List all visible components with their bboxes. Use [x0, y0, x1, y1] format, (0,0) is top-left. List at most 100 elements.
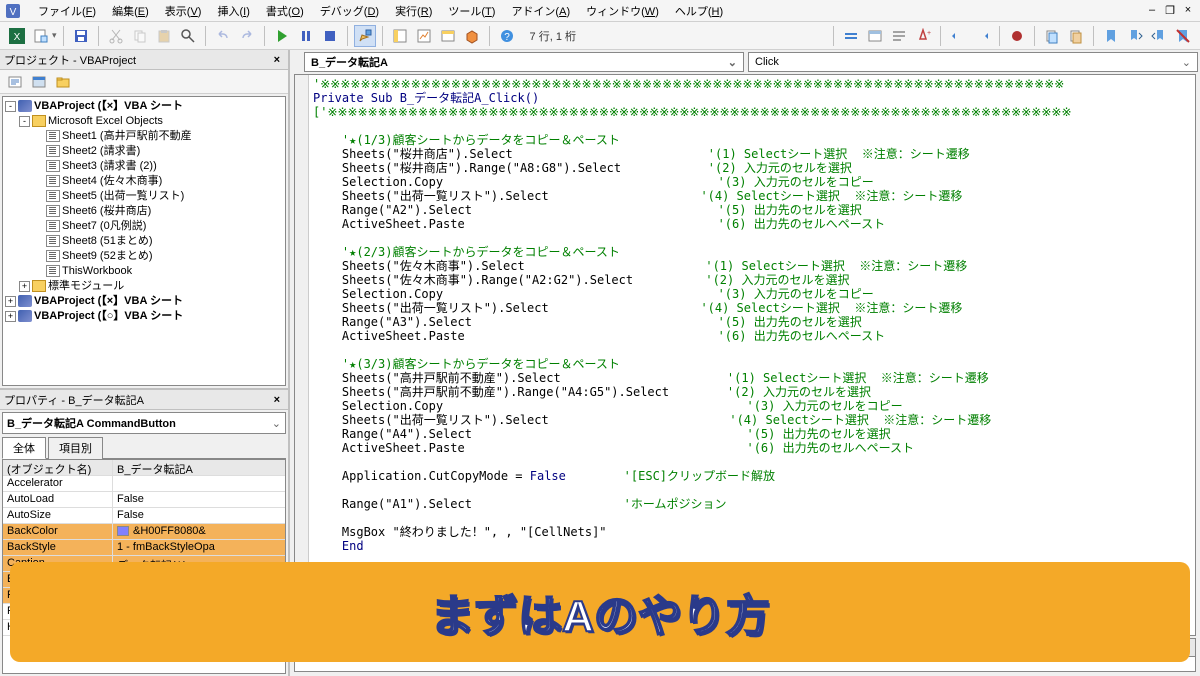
tree-node[interactable]: +VBAProject (【×】VBA シート — [5, 294, 283, 309]
view-object-button[interactable] — [28, 71, 50, 93]
menu-item[interactable]: デバッグ(D) — [312, 4, 387, 20]
menu-item[interactable]: 実行(R) — [387, 4, 440, 20]
folder-icon — [32, 280, 46, 292]
menu-item[interactable]: 書式(O) — [258, 4, 312, 20]
tree-node[interactable]: - Microsoft Excel Objects — [5, 114, 283, 129]
property-value[interactable]: 1 - fmBackStyleOpa — [113, 540, 285, 555]
indent-button[interactable] — [947, 25, 969, 47]
tree-node[interactable]: Sheet9 (52まとめ) — [5, 249, 283, 264]
menu-item[interactable]: ウィンドウ(W) — [578, 4, 667, 20]
tree-node[interactable]: Sheet7 (0凡例説) — [5, 219, 283, 234]
clear-bookmarks-button[interactable] — [1172, 25, 1194, 47]
edit-tb3-icon[interactable] — [888, 25, 910, 47]
tree-label: Sheet8 (51まとめ) — [62, 235, 152, 247]
properties-button[interactable] — [413, 25, 435, 47]
procedure-dropdown[interactable]: Click ⌄ — [748, 52, 1198, 72]
module-icon — [46, 130, 60, 142]
tree-label: Microsoft Excel Objects — [48, 115, 163, 127]
property-value[interactable]: B_データ転記A — [113, 460, 285, 475]
uncomment-button[interactable] — [1065, 25, 1087, 47]
design-mode-button[interactable] — [354, 25, 376, 47]
vbaproject-icon — [18, 310, 32, 322]
break-button[interactable] — [295, 25, 317, 47]
prev-bookmark-button[interactable] — [1148, 25, 1170, 47]
tree-expand-icon[interactable]: + — [5, 311, 16, 322]
edit-tb4-icon[interactable]: + — [912, 25, 934, 47]
menu-item[interactable]: ツール(T) — [440, 4, 503, 20]
tree-expand-icon[interactable]: - — [19, 116, 30, 127]
find-button[interactable] — [177, 25, 199, 47]
property-row[interactable]: Accelerator — [3, 476, 285, 492]
property-value[interactable]: False — [113, 492, 285, 507]
tree-expand-icon[interactable]: + — [19, 281, 30, 292]
copy-button[interactable] — [129, 25, 151, 47]
menu-item[interactable]: 挿入(I) — [209, 4, 257, 20]
tree-node[interactable]: Sheet1 (高井戸駅前不動産 — [5, 129, 283, 144]
module-icon — [46, 220, 60, 232]
paste-button[interactable] — [153, 25, 175, 47]
object-dropdown[interactable]: B_データ転記A ⌄ — [304, 52, 744, 72]
property-row[interactable]: BackStyle1 - fmBackStyleOpa — [3, 540, 285, 556]
redo-button[interactable] — [236, 25, 258, 47]
property-row[interactable]: AutoLoadFalse — [3, 492, 285, 508]
comment-button[interactable] — [1041, 25, 1063, 47]
undo-button[interactable] — [212, 25, 234, 47]
breakpoint-button[interactable] — [1006, 25, 1028, 47]
tree-node[interactable]: Sheet4 (佐々木商事) — [5, 174, 283, 189]
minimize-button[interactable]: – — [1144, 4, 1160, 17]
help-button[interactable]: ? — [496, 25, 518, 47]
menu-item[interactable]: ヘルプ(H) — [667, 4, 731, 20]
edit-tb2-icon[interactable] — [864, 25, 886, 47]
project-panel-close-icon[interactable]: × — [270, 54, 284, 66]
reset-button[interactable] — [319, 25, 341, 47]
close-button[interactable]: × — [1180, 4, 1196, 17]
tree-expand-icon[interactable]: - — [5, 101, 16, 112]
toggle-folders-button[interactable] — [52, 71, 74, 93]
outdent-button[interactable] — [971, 25, 993, 47]
insert-module-button[interactable] — [30, 25, 52, 47]
restore-button[interactable]: ❐ — [1162, 4, 1178, 17]
edit-tb1-icon[interactable] — [840, 25, 862, 47]
tree-node[interactable]: +標準モジュール — [5, 279, 283, 294]
properties-object-dropdown[interactable]: B_データ転記A CommandButton ⌄ — [2, 412, 286, 434]
code-editor[interactable]: '※※※※※※※※※※※※※※※※※※※※※※※※※※※※※※※※※※※※※※※… — [294, 74, 1196, 636]
code-line: Range("A4").Select '(5) 出力先のセルを選択 — [313, 427, 1191, 441]
run-button[interactable] — [271, 25, 293, 47]
tree-label: Sheet1 (高井戸駅前不動産 — [62, 130, 192, 142]
code-line: Application.CutCopyMode = False '[ESC]クリ… — [313, 469, 1191, 483]
tree-node[interactable]: +VBAProject (【○】VBA シート — [5, 309, 283, 324]
tree-expand-icon[interactable]: + — [5, 296, 16, 307]
project-explorer-button[interactable] — [389, 25, 411, 47]
bookmark-button[interactable] — [1100, 25, 1122, 47]
tree-node[interactable]: Sheet8 (51まとめ) — [5, 234, 283, 249]
menu-item[interactable]: ファイル(F) — [30, 4, 104, 20]
code-line: Sheets("桜井商店").Range("A8:G8").Select '(2… — [313, 161, 1191, 175]
menu-item[interactable]: アドイン(A) — [503, 4, 578, 20]
properties-panel-close-icon[interactable]: × — [270, 394, 284, 406]
code-line: Sheets("桜井商店").Select '(1) Selectシート選択 ※… — [313, 147, 1191, 161]
object-browser-button[interactable] — [437, 25, 459, 47]
view-code-button[interactable] — [4, 71, 26, 93]
toolbox-button[interactable] — [461, 25, 483, 47]
tree-node[interactable]: ThisWorkbook — [5, 264, 283, 279]
save-button[interactable] — [70, 25, 92, 47]
menu-item[interactable]: 編集(E) — [104, 4, 157, 20]
tree-node[interactable]: -VBAProject (【×】VBA シート — [5, 99, 283, 114]
property-value[interactable]: False — [113, 508, 285, 523]
tree-node[interactable]: Sheet3 (請求書 (2)) — [5, 159, 283, 174]
tree-node[interactable]: Sheet6 (桜井商店) — [5, 204, 283, 219]
project-tree[interactable]: -VBAProject (【×】VBA シート-Microsoft Excel … — [2, 96, 286, 386]
tree-node[interactable]: Sheet2 (請求書) — [5, 144, 283, 159]
property-row[interactable]: (オブジェクト名)B_データ転記A — [3, 460, 285, 476]
excel-icon[interactable]: X — [6, 25, 28, 47]
property-row[interactable]: BackColor&H00FF8080& — [3, 524, 285, 540]
tab-categorized[interactable]: 項目別 — [48, 437, 103, 459]
tree-node[interactable]: Sheet5 (出荷一覧リスト) — [5, 189, 283, 204]
property-value[interactable] — [113, 476, 285, 491]
next-bookmark-button[interactable] — [1124, 25, 1146, 47]
cut-button[interactable] — [105, 25, 127, 47]
property-row[interactable]: AutoSizeFalse — [3, 508, 285, 524]
property-value[interactable]: &H00FF8080& — [113, 524, 285, 539]
menu-item[interactable]: 表示(V) — [157, 4, 210, 20]
tab-all[interactable]: 全体 — [2, 437, 46, 459]
